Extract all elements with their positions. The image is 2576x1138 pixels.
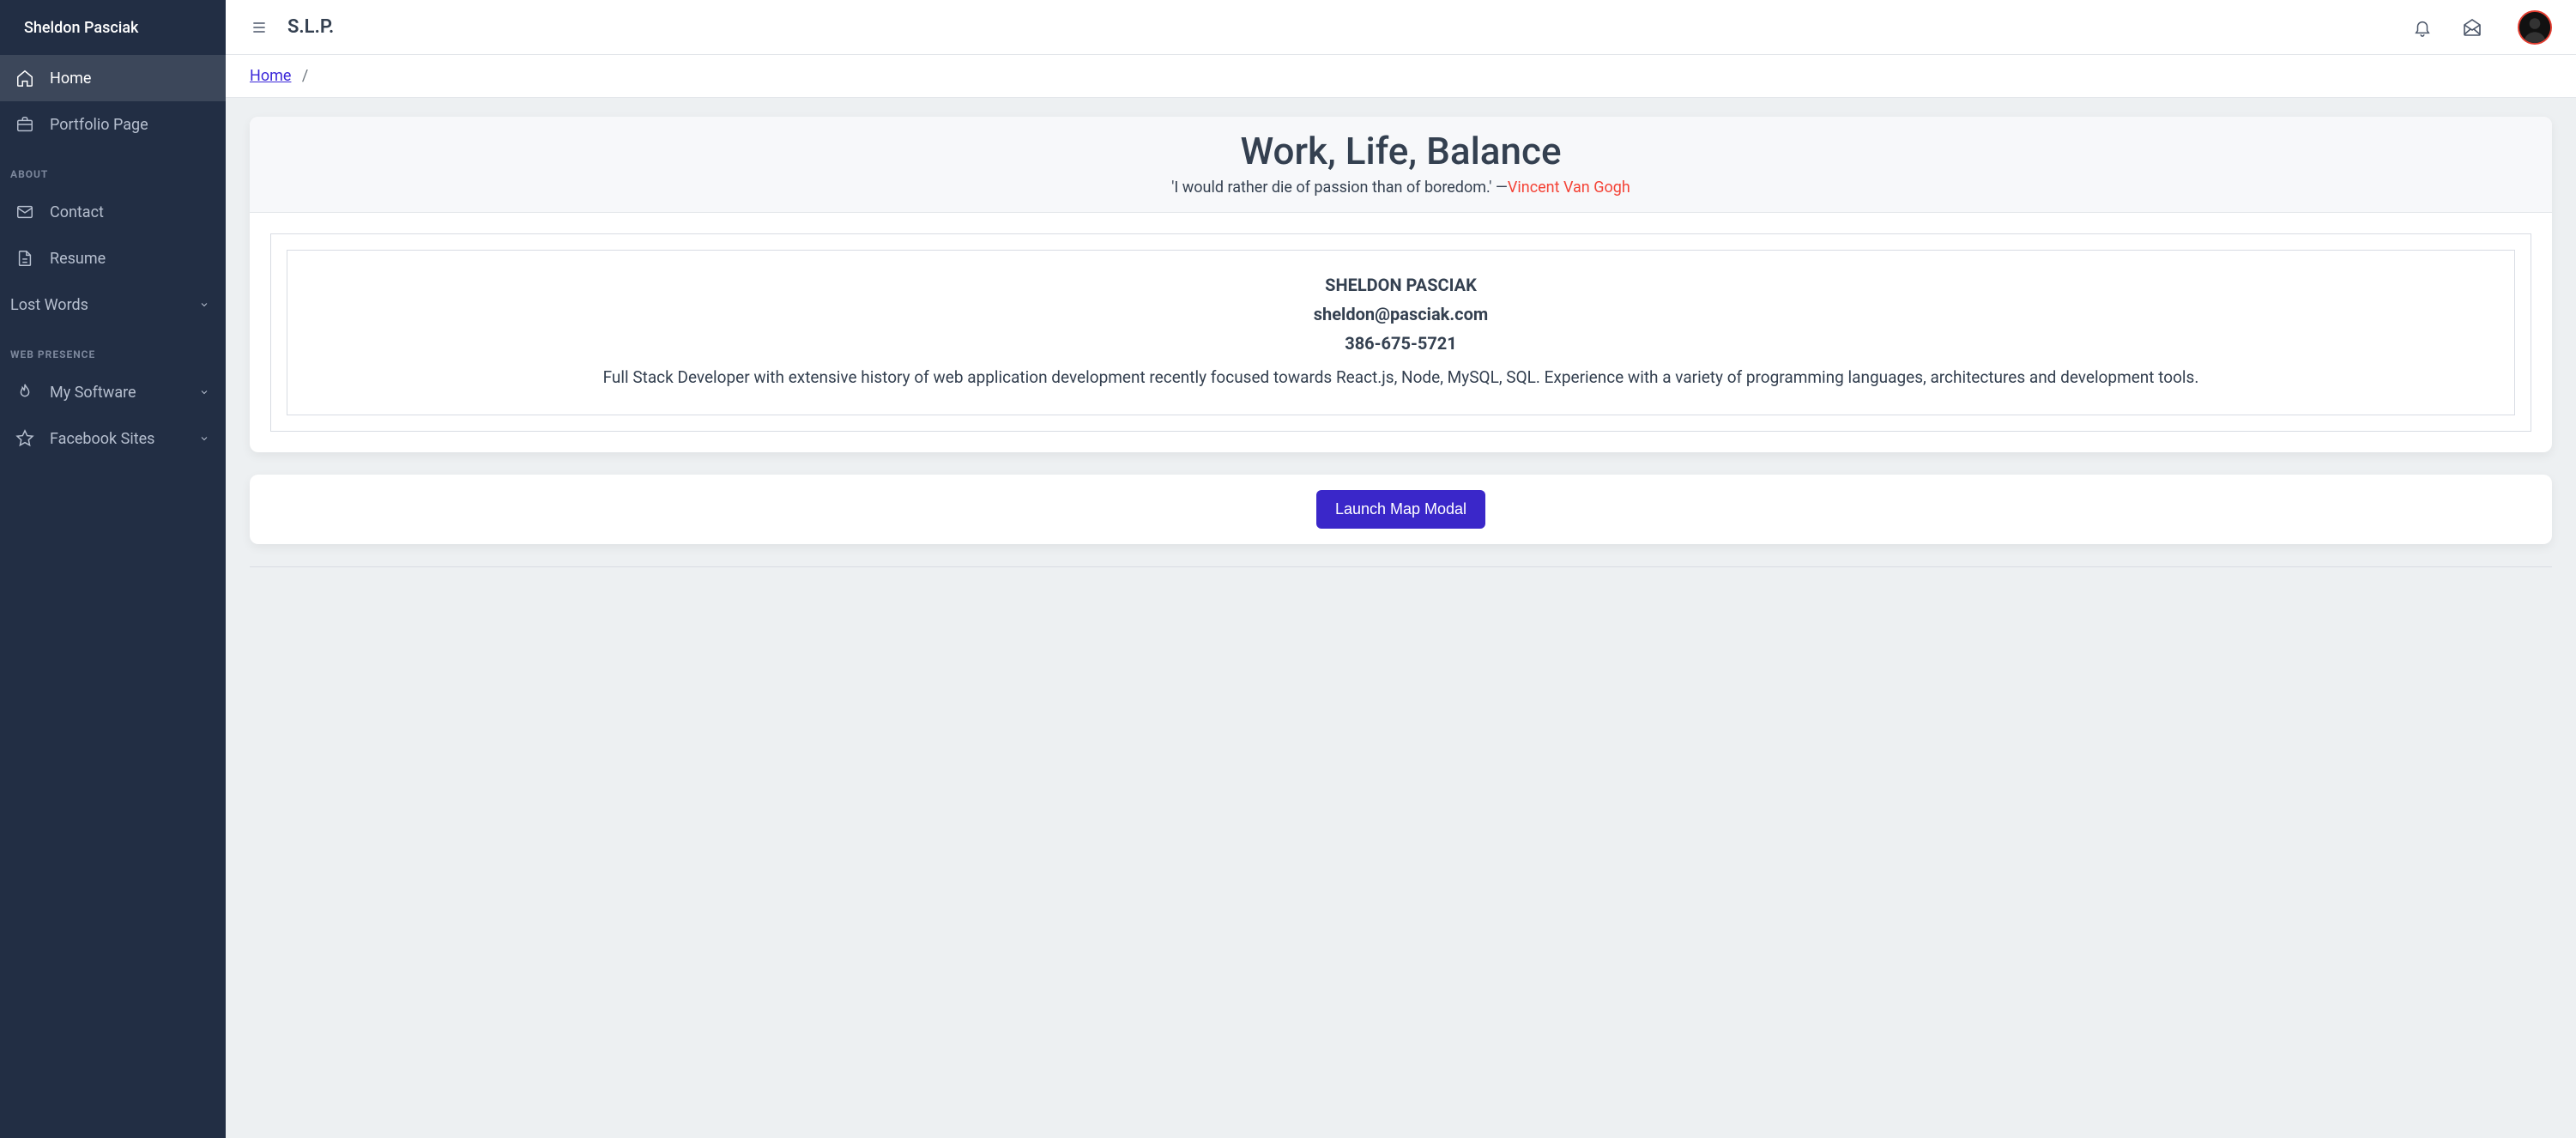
sidebar-item-label: Facebook Sites bbox=[50, 430, 183, 448]
profile-inner-box: SHELDON PASCIAK sheldon@pasciak.com 386-… bbox=[287, 250, 2515, 415]
sidebar-item-lost-words[interactable]: Lost Words bbox=[0, 281, 226, 328]
sidebar-group-about: ABOUT bbox=[0, 148, 226, 189]
flame-icon bbox=[15, 383, 34, 402]
sidebar-item-label: Resume bbox=[50, 250, 210, 268]
sidebar-item-label: Lost Words bbox=[10, 296, 183, 314]
mail-icon bbox=[15, 203, 34, 221]
briefcase-icon bbox=[15, 115, 34, 134]
file-icon bbox=[15, 249, 34, 268]
main-area: S.L.P. Home / Work, Life, Balance 'I wou… bbox=[226, 0, 2576, 1138]
breadcrumb: Home / bbox=[226, 55, 2576, 98]
chevron-down-icon bbox=[198, 386, 210, 398]
actions-card: Launch Map Modal bbox=[250, 475, 2552, 544]
topbar: S.L.P. bbox=[226, 0, 2576, 55]
sidebar-item-label: Home bbox=[50, 70, 210, 88]
topbar-title: S.L.P. bbox=[287, 16, 334, 38]
sidebar: Sheldon Pasciak Home Portfolio Page ABOU… bbox=[0, 0, 226, 1138]
sidebar-item-home[interactable]: Home bbox=[0, 55, 226, 101]
sidebar-nav: Home Portfolio Page ABOUT Contact Resume… bbox=[0, 55, 226, 462]
divider bbox=[250, 566, 2552, 567]
sidebar-item-label: My Software bbox=[50, 384, 183, 402]
sidebar-item-my-software[interactable]: My Software bbox=[0, 369, 226, 415]
mail-open-icon[interactable] bbox=[2461, 16, 2483, 39]
breadcrumb-home-link[interactable]: Home bbox=[250, 67, 291, 85]
sidebar-item-label: Contact bbox=[50, 203, 210, 221]
sidebar-item-contact[interactable]: Contact bbox=[0, 189, 226, 235]
avatar[interactable] bbox=[2518, 10, 2552, 45]
sidebar-item-resume[interactable]: Resume bbox=[0, 235, 226, 281]
profile-summary: Full Stack Developer with extensive hist… bbox=[311, 366, 2490, 390]
sidebar-group-web: WEB PRESENCE bbox=[0, 328, 226, 369]
menu-toggle-icon[interactable] bbox=[250, 18, 269, 37]
brand-text: Sheldon Pasciak bbox=[24, 19, 138, 37]
breadcrumb-separator: / bbox=[302, 67, 308, 85]
launch-map-button[interactable]: Launch Map Modal bbox=[1316, 490, 1485, 529]
hero-quote-text: 'I would rather die of passion than of b… bbox=[1171, 179, 1508, 197]
chevron-down-icon bbox=[198, 433, 210, 445]
profile-outer-box: SHELDON PASCIAK sheldon@pasciak.com 386-… bbox=[270, 233, 2531, 432]
hero-quote-author: Vincent Van Gogh bbox=[1508, 179, 1630, 197]
sidebar-item-label: Portfolio Page bbox=[50, 116, 210, 134]
sidebar-item-facebook-sites[interactable]: Facebook Sites bbox=[0, 415, 226, 462]
profile-email: sheldon@pasciak.com bbox=[311, 304, 2490, 324]
hero-quote: 'I would rather die of passion than of b… bbox=[267, 179, 2535, 197]
star-icon bbox=[15, 429, 34, 448]
content: Work, Life, Balance 'I would rather die … bbox=[226, 98, 2576, 1138]
home-icon bbox=[15, 69, 34, 88]
hero-card: Work, Life, Balance 'I would rather die … bbox=[250, 117, 2552, 452]
chevron-down-icon bbox=[198, 299, 210, 311]
sidebar-brand: Sheldon Pasciak bbox=[0, 0, 226, 55]
bell-icon[interactable] bbox=[2411, 16, 2434, 39]
hero-header: Work, Life, Balance 'I would rather die … bbox=[250, 117, 2552, 213]
profile-name: SHELDON PASCIAK bbox=[311, 275, 2490, 295]
sidebar-item-portfolio[interactable]: Portfolio Page bbox=[0, 101, 226, 148]
hero-title: Work, Life, Balance bbox=[267, 129, 2535, 173]
profile-phone: 386-675-5721 bbox=[311, 333, 2490, 354]
